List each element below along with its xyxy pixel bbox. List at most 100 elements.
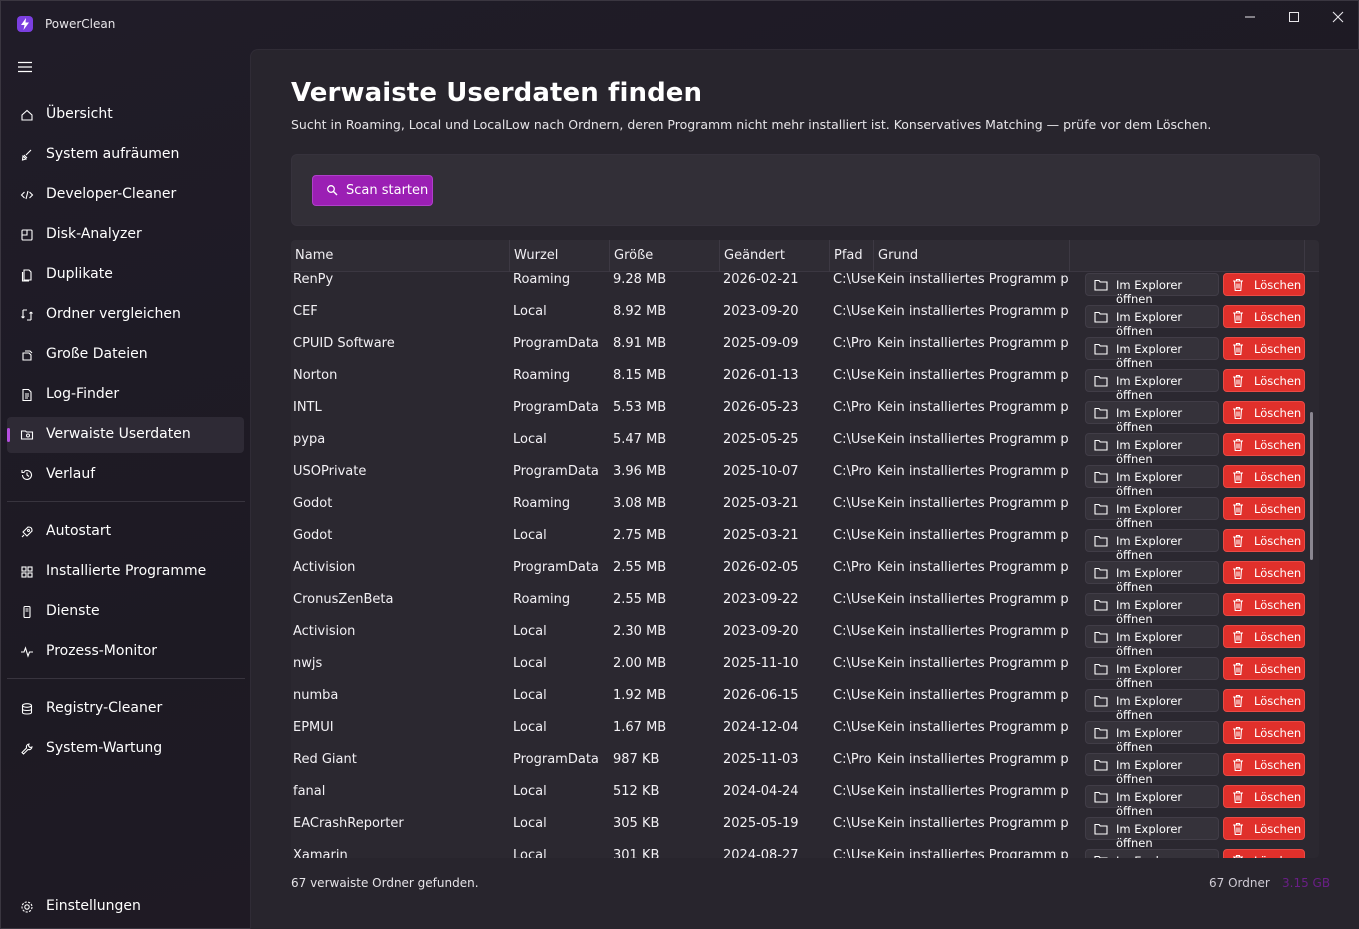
delete-button[interactable]: Löschen xyxy=(1223,849,1305,858)
table-row[interactable]: USOPrivate ProgramData 3.96 MB 2025-10-07 C:… xyxy=(291,461,1319,498)
column-header-name[interactable]: Name xyxy=(291,240,510,272)
open-in-explorer-button[interactable]: Im Explorer öffnen xyxy=(1085,817,1219,850)
table-row[interactable]: INTL ProgramData 5.53 MB 2026-05-23 C:\Pro Ke… xyxy=(291,397,1319,434)
delete-button[interactable]: Löschen xyxy=(1223,721,1305,744)
open-in-explorer-button[interactable]: Im Explorer öffnen xyxy=(1085,625,1219,658)
open-in-explorer-button[interactable]: Im Explorer öffnen xyxy=(1085,849,1219,858)
sidebar-item-compare[interactable]: Ordner vergleichen xyxy=(7,297,244,333)
column-header-size[interactable]: Größe xyxy=(610,240,720,272)
table-scrollbar[interactable] xyxy=(1310,412,1313,560)
sidebar-item-pulse[interactable]: Prozess-Monitor xyxy=(7,634,244,670)
table-row[interactable]: CEF Local 8.92 MB 2023-09-20 C:\Use Kein inst… xyxy=(291,301,1319,338)
open-in-explorer-button[interactable]: Im Explorer öffnen xyxy=(1085,401,1219,434)
minimize-button[interactable] xyxy=(1228,5,1272,29)
table-row[interactable]: Activision ProgramData 2.55 MB 2026-02-05 C:… xyxy=(291,557,1319,594)
open-in-explorer-button[interactable]: Im Explorer öffnen xyxy=(1085,753,1219,786)
sidebar-item-services[interactable]: Dienste xyxy=(7,594,244,630)
table-row[interactable]: EACrashReporter Local 305 KB 2025-05-19 C:\U… xyxy=(291,813,1319,850)
delete-button[interactable]: Löschen xyxy=(1223,273,1305,296)
open-in-explorer-button[interactable]: Im Explorer öffnen xyxy=(1085,497,1219,530)
delete-button[interactable]: Löschen xyxy=(1223,593,1305,616)
table-row[interactable]: RenPy Roaming 9.28 MB 2026-02-21 C:\Use Kein … xyxy=(291,272,1319,306)
sidebar-item-label: Übersicht xyxy=(46,106,113,122)
open-in-explorer-button[interactable]: Im Explorer öffnen xyxy=(1085,561,1219,594)
open-in-explorer-button[interactable]: Im Explorer öffnen xyxy=(1085,593,1219,626)
table-row[interactable]: EPMUI Local 1.67 MB 2024-12-04 C:\Use Kein in… xyxy=(291,717,1319,754)
delete-button[interactable]: Löschen xyxy=(1223,401,1305,424)
delete-button[interactable]: Löschen xyxy=(1223,337,1305,360)
folder-icon xyxy=(1094,535,1108,547)
close-button[interactable] xyxy=(1316,5,1359,29)
delete-button[interactable]: Löschen xyxy=(1223,817,1305,840)
open-in-explorer-button[interactable]: Im Explorer öffnen xyxy=(1085,785,1219,818)
open-in-explorer-button[interactable]: Im Explorer öffnen xyxy=(1085,689,1219,722)
sidebar-item-folder-search[interactable]: Verwaiste Userdaten xyxy=(7,417,244,453)
duplicate-icon xyxy=(19,267,35,283)
sidebar-item-disk[interactable]: Disk-Analyzer xyxy=(7,217,244,253)
cell-date: 2026-01-13 xyxy=(723,368,799,383)
table-row[interactable]: fanal Local 512 KB 2024-04-24 C:\Use Kein ins… xyxy=(291,781,1319,818)
sidebar-item-code[interactable]: Developer-Cleaner xyxy=(7,177,244,213)
table-row[interactable]: Xamarin Local 301 KB 2024-08-27 C:\Use Kein i… xyxy=(291,845,1319,858)
delete-button[interactable]: Löschen xyxy=(1223,305,1305,328)
open-in-explorer-button[interactable]: Im Explorer öffnen xyxy=(1085,433,1219,466)
trash-icon xyxy=(1233,310,1243,324)
delete-button[interactable]: Löschen xyxy=(1223,465,1305,488)
open-in-explorer-button[interactable]: Im Explorer öffnen xyxy=(1085,529,1219,562)
table-row[interactable]: Godot Roaming 3.08 MB 2025-03-21 C:\Use Kein … xyxy=(291,493,1319,530)
cell-name: Xamarin xyxy=(293,848,348,858)
open-in-explorer-button[interactable]: Im Explorer öffnen xyxy=(1085,657,1219,690)
table-row[interactable]: Norton Roaming 8.15 MB 2026-01-13 C:\Use Kein… xyxy=(291,365,1319,402)
sidebar-item-label: Ordner vergleichen xyxy=(46,306,181,322)
delete-button[interactable]: Löschen xyxy=(1223,753,1305,776)
delete-button[interactable]: Löschen xyxy=(1223,369,1305,392)
menu-toggle-button[interactable] xyxy=(13,55,37,79)
scan-start-button[interactable]: Scan starten xyxy=(312,175,433,206)
sidebar-item-apps[interactable]: Installierte Programme xyxy=(7,554,244,590)
table-row[interactable]: Activision Local 2.30 MB 2023-09-20 C:\Use Ke… xyxy=(291,621,1319,658)
open-in-explorer-button[interactable]: Im Explorer öffnen xyxy=(1085,273,1219,306)
maximize-button[interactable] xyxy=(1272,5,1316,29)
open-in-explorer-button[interactable]: Im Explorer öffnen xyxy=(1085,721,1219,754)
sidebar-item-broom[interactable]: System aufräumen xyxy=(7,137,244,173)
folder-icon xyxy=(1094,727,1108,739)
column-header-root[interactable]: Wurzel xyxy=(510,240,610,272)
delete-button[interactable]: Löschen xyxy=(1223,657,1305,680)
sidebar-item-document[interactable]: Log-Finder xyxy=(7,377,244,413)
open-in-explorer-button[interactable]: Im Explorer öffnen xyxy=(1085,337,1219,370)
delete-button[interactable]: Löschen xyxy=(1223,529,1305,552)
sidebar-item-history[interactable]: Verlauf xyxy=(7,457,244,493)
table-row[interactable]: numba Local 1.92 MB 2026-06-15 C:\Use Kein in… xyxy=(291,685,1319,722)
open-in-explorer-button[interactable]: Im Explorer öffnen xyxy=(1085,465,1219,498)
table-row[interactable]: CronusZenBeta Roaming 2.55 MB 2023-09-22 C:\… xyxy=(291,589,1319,626)
trash-icon xyxy=(1233,630,1243,644)
delete-button[interactable]: Löschen xyxy=(1223,785,1305,808)
open-in-explorer-button[interactable]: Im Explorer öffnen xyxy=(1085,305,1219,338)
table-row[interactable]: CPUID Software ProgramData 8.91 MB 2025-09-… xyxy=(291,333,1319,370)
column-header-reason[interactable]: Grund xyxy=(874,240,1070,272)
sidebar-item-registry[interactable]: Registry-Cleaner xyxy=(7,691,244,727)
table-row[interactable]: nwjs Local 2.00 MB 2025-11-10 C:\Use Kein ins… xyxy=(291,653,1319,690)
open-in-explorer-button[interactable]: Im Explorer öffnen xyxy=(1085,369,1219,402)
maximize-icon xyxy=(1289,12,1299,22)
sidebar-item-settings[interactable]: Einstellungen xyxy=(7,889,244,925)
delete-button[interactable]: Löschen xyxy=(1223,689,1305,712)
table-row[interactable]: Godot Local 2.75 MB 2025-03-21 C:\Use Kein in… xyxy=(291,525,1319,562)
sidebar-item-duplicate[interactable]: Duplikate xyxy=(7,257,244,293)
sidebar-item-wrench[interactable]: System-Wartung xyxy=(7,731,244,767)
column-header-date[interactable]: Geändert xyxy=(720,240,830,272)
cell-name: EPMUI xyxy=(293,720,334,735)
column-header-path[interactable]: Pfad xyxy=(830,240,874,272)
trash-icon xyxy=(1233,854,1243,858)
delete-button[interactable]: Löschen xyxy=(1223,625,1305,648)
sidebar-item-large-files[interactable]: Große Dateien xyxy=(7,337,244,373)
delete-button[interactable]: Löschen xyxy=(1223,497,1305,520)
delete-button[interactable]: Löschen xyxy=(1223,433,1305,456)
table-row[interactable]: pypa Local 5.47 MB 2025-05-25 C:\Use Kein ins… xyxy=(291,429,1319,466)
delete-label: Löschen xyxy=(1254,662,1302,676)
sidebar-item-rocket[interactable]: Autostart xyxy=(7,514,244,550)
delete-button[interactable]: Löschen xyxy=(1223,561,1305,584)
table-row[interactable]: Red Giant ProgramData 987 KB 2025-11-03 C:\P… xyxy=(291,749,1319,786)
cell-root: Local xyxy=(513,624,547,639)
sidebar-item-home[interactable]: Übersicht xyxy=(7,97,244,133)
